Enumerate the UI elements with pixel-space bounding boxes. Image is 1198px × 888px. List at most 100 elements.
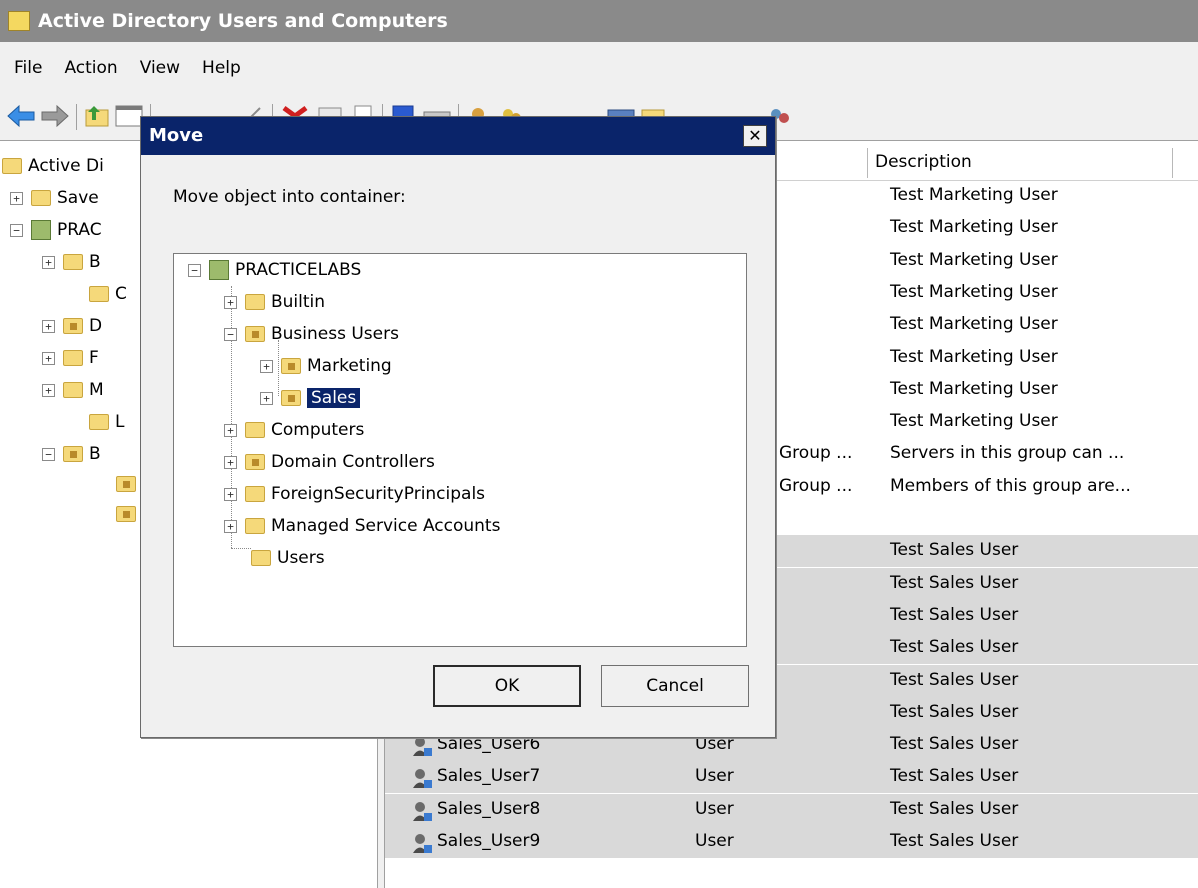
- column-divider[interactable]: [1172, 148, 1173, 178]
- ou-folder-icon: [281, 390, 301, 406]
- tree-node-computers[interactable]: + Computers: [224, 416, 364, 444]
- tree-item[interactable]: [116, 500, 142, 528]
- row-description: Test Sales User: [890, 604, 1019, 625]
- menu-action[interactable]: Action: [64, 58, 117, 78]
- tree-item[interactable]: L: [89, 408, 124, 436]
- tree-node-practicelabs[interactable]: − PRACTICELABS: [188, 256, 361, 284]
- expand-icon[interactable]: +: [224, 423, 237, 437]
- folder-icon: [63, 382, 83, 398]
- tree-item[interactable]: C: [89, 280, 127, 308]
- row-type: User: [695, 831, 734, 851]
- expand-icon[interactable]: +: [260, 391, 273, 405]
- expand-icon[interactable]: +: [42, 255, 55, 269]
- tree-item[interactable]: + M: [42, 376, 104, 404]
- collapse-icon[interactable]: −: [188, 263, 201, 277]
- tree-node-sales[interactable]: + Sales: [260, 384, 361, 412]
- row-description: Test Marketing User: [890, 217, 1058, 238]
- menu-view[interactable]: View: [140, 58, 180, 78]
- row-description: Test Marketing User: [890, 346, 1058, 367]
- cancel-button[interactable]: Cancel: [601, 665, 749, 707]
- menu-file[interactable]: File: [14, 58, 42, 78]
- expand-icon[interactable]: +: [260, 359, 273, 373]
- tree-node-label-selected: Sales: [307, 388, 361, 408]
- up-folder-icon[interactable]: [84, 102, 110, 130]
- forward-arrow-icon[interactable]: [40, 102, 70, 130]
- ou-folder-icon: [116, 476, 136, 492]
- app-icon: [8, 11, 30, 31]
- user-icon: [413, 834, 432, 853]
- back-arrow-icon[interactable]: [6, 102, 36, 130]
- row-description: Test Marketing User: [890, 185, 1058, 205]
- expand-icon[interactable]: +: [224, 455, 237, 469]
- tree-node-managed-service-accounts[interactable]: + Managed Service Accounts: [224, 512, 500, 540]
- expand-icon[interactable]: +: [42, 319, 55, 333]
- tree-node-label: Builtin: [271, 292, 326, 312]
- table-row[interactable]: Sales_User9 User Test Sales User: [385, 826, 1198, 858]
- row-description: Test Marketing User: [890, 411, 1058, 432]
- user-icon: [413, 801, 432, 821]
- tree-node-foreign-security-principals[interactable]: + ForeignSecurityPrincipals: [224, 480, 485, 508]
- tree-item-saved-queries[interactable]: + Save: [10, 184, 99, 212]
- row-type: Group ...: [779, 475, 853, 496]
- expand-icon[interactable]: +: [224, 519, 237, 533]
- tree-node-business-users[interactable]: − Business Users: [224, 320, 399, 348]
- collapse-icon[interactable]: −: [10, 223, 23, 237]
- tree-node-marketing[interactable]: + Marketing: [260, 352, 392, 380]
- row-type: Group ...: [779, 443, 853, 464]
- table-row[interactable]: Sales_User7 User Test Sales User: [385, 761, 1198, 794]
- ou-folder-icon: [245, 454, 265, 470]
- row-name: Sales_User7: [437, 766, 541, 787]
- expand-icon[interactable]: +: [224, 295, 237, 309]
- window-titlebar: Active Directory Users and Computers: [0, 0, 1198, 42]
- column-header-description[interactable]: Description: [875, 152, 972, 172]
- collapse-icon[interactable]: −: [224, 327, 237, 341]
- tree-node-builtin[interactable]: + Builtin: [224, 288, 325, 316]
- folder-icon: [31, 190, 51, 206]
- tree-item[interactable]: [116, 470, 142, 498]
- row-description: Test Sales User: [890, 669, 1019, 690]
- folder-icon: [63, 350, 83, 366]
- ou-folder-icon: [63, 318, 83, 334]
- tree-node-domain-controllers[interactable]: + Domain Controllers: [224, 448, 435, 476]
- table-row[interactable]: Sales_User8 User Test Sales User: [385, 793, 1198, 826]
- row-description: Test Sales User: [890, 831, 1019, 851]
- tree-item-root[interactable]: Active Di: [2, 152, 104, 180]
- tree-node-label: Domain Controllers: [271, 452, 435, 472]
- container-tree[interactable]: − PRACTICELABS + Builtin − Business User…: [173, 253, 747, 647]
- tree-item-label: PRAC: [57, 220, 102, 240]
- tree-item-label: B: [89, 444, 101, 464]
- tree-item-label: Active Di: [28, 156, 104, 176]
- tree-node-users[interactable]: Users: [251, 544, 325, 572]
- expand-icon[interactable]: +: [224, 487, 237, 501]
- tree-item[interactable]: + B: [42, 248, 101, 276]
- menu-bar: File Action View Help: [0, 42, 1198, 95]
- folder-icon: [251, 550, 271, 566]
- expand-icon[interactable]: +: [42, 383, 55, 397]
- column-divider[interactable]: [867, 148, 868, 178]
- tree-item[interactable]: − B: [42, 440, 101, 468]
- tree-item-label: M: [89, 380, 104, 400]
- row-name: Sales_User9: [437, 831, 541, 851]
- tree-node-label: Business Users: [271, 324, 399, 344]
- menu-help[interactable]: Help: [202, 58, 241, 78]
- tree-item[interactable]: + D: [42, 312, 102, 340]
- collapse-icon[interactable]: −: [42, 447, 55, 461]
- expand-icon[interactable]: +: [42, 351, 55, 365]
- folder-icon: [89, 414, 109, 430]
- tree-item[interactable]: + F: [42, 344, 99, 372]
- expand-icon[interactable]: +: [10, 191, 23, 205]
- close-button[interactable]: ✕: [743, 125, 767, 147]
- ok-button[interactable]: OK: [433, 665, 581, 707]
- row-description: Test Sales User: [890, 766, 1019, 787]
- domain-icon: [209, 260, 229, 280]
- tree-item-label: Save: [57, 188, 99, 208]
- dialog-titlebar[interactable]: Move ✕: [141, 117, 775, 155]
- row-description: Test Sales User: [890, 540, 1019, 561]
- dialog-title: Move: [149, 125, 204, 146]
- tree-item-domain[interactable]: − PRAC: [10, 216, 102, 244]
- row-description: Test Sales User: [890, 637, 1019, 658]
- tree-node-label: Computers: [271, 420, 365, 440]
- folder-icon: [245, 518, 265, 534]
- tree-item-label: L: [115, 412, 125, 432]
- window-title: Active Directory Users and Computers: [38, 10, 448, 32]
